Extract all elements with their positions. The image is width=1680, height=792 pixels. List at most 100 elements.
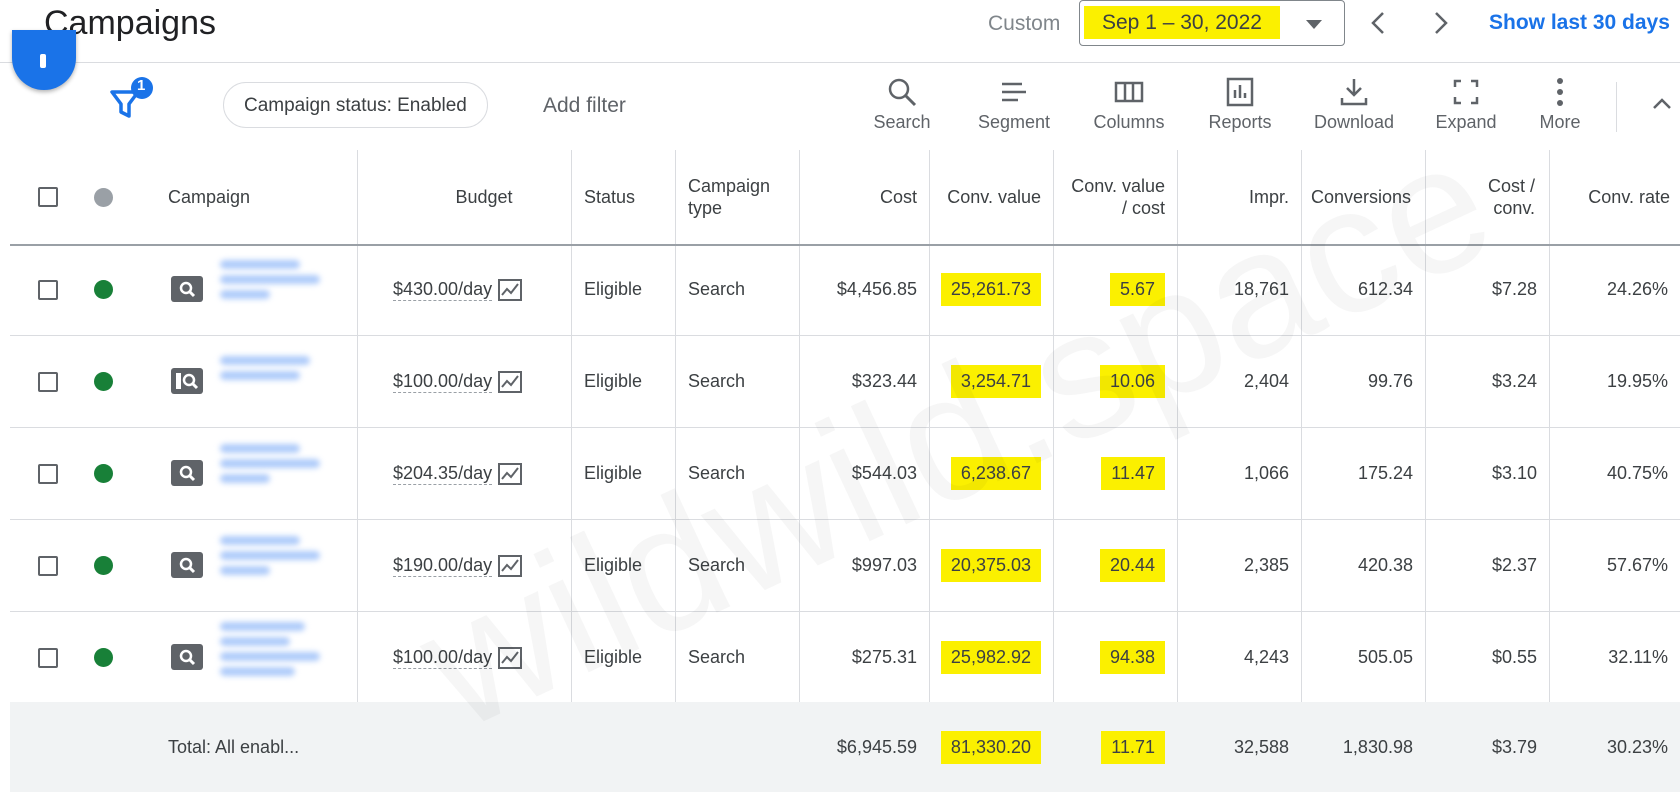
table-row[interactable]: $190.00/day Eligible Search $997.03 20,3… — [10, 520, 1680, 612]
impr-cell: 1,066 — [1243, 463, 1289, 483]
conv-value-cost-cell: 10.06 — [1053, 336, 1177, 427]
conversions-cell: 420.38 — [1357, 555, 1413, 575]
more-tool-button[interactable]: More — [1528, 76, 1592, 138]
trend-chart-icon[interactable] — [498, 462, 523, 485]
col-cost-conv[interactable]: Cost / conv. — [1425, 150, 1549, 244]
row-checkbox[interactable] — [38, 464, 58, 484]
search-tool-button[interactable]: Search — [864, 76, 940, 138]
segment-icon — [1002, 82, 1026, 102]
trend-chart-icon[interactable] — [498, 370, 523, 393]
row-checkbox[interactable] — [38, 556, 58, 576]
budget-cell[interactable]: $430.00/day — [393, 244, 571, 335]
campaign-name-link[interactable] — [220, 438, 330, 508]
show-last-30-days-link[interactable]: Show last 30 days — [1489, 11, 1670, 35]
reports-tool-button[interactable]: Reports — [1200, 76, 1280, 138]
expand-tool-button[interactable]: Expand — [1428, 76, 1504, 138]
impr-cell: 4,243 — [1243, 647, 1289, 667]
budget-cell[interactable]: $204.35/day — [393, 428, 571, 519]
reports-tool-label: Reports — [1208, 112, 1272, 132]
chevron-up-icon[interactable] — [1652, 96, 1672, 110]
campaign-status-filter-chip[interactable]: Campaign status: Enabled — [223, 82, 488, 128]
cost-conv-cell: $0.55 — [1491, 647, 1537, 667]
chevron-right-icon[interactable] — [1425, 8, 1455, 38]
trend-chart-icon[interactable] — [498, 278, 523, 301]
budget-cell[interactable]: $190.00/day — [393, 520, 571, 611]
table-row[interactable]: $204.35/day Eligible Search $544.03 6,23… — [10, 428, 1680, 520]
top-bar: Campaigns Custom Sep 1 – 30, 2022 Show l… — [0, 0, 1680, 63]
campaign-name-link[interactable] — [220, 530, 330, 600]
search-campaign-icon — [171, 368, 203, 394]
row-checkbox[interactable] — [38, 372, 58, 392]
col-budget[interactable]: Budget — [357, 150, 571, 244]
col-impr[interactable]: Impr. — [1177, 150, 1301, 244]
select-all-checkbox[interactable] — [38, 187, 58, 207]
date-range-picker[interactable]: Sep 1 – 30, 2022 — [1079, 0, 1345, 46]
enabled-status-dot — [94, 556, 113, 575]
columns-tool-button[interactable]: Columns — [1086, 76, 1172, 138]
total-cost-conv-cell: $3.79 — [1491, 736, 1537, 757]
filter-icon[interactable]: 1 — [108, 76, 158, 124]
table-header: Campaign Budget Status Campaign type Cos… — [10, 150, 1680, 246]
cost-cell: $323.44 — [851, 371, 917, 391]
col-campaign-type-line1: Campaign — [688, 176, 771, 196]
expand-tool-label: Expand — [1435, 112, 1497, 132]
total-impr-cell: 32,588 — [1233, 736, 1289, 757]
budget-amount: $204.35/day — [393, 462, 493, 485]
budget-cell[interactable]: $100.00/day — [393, 336, 571, 427]
table-row[interactable]: $100.00/day Eligible Search $323.44 3,25… — [10, 336, 1680, 428]
status-cell: Eligible — [584, 647, 643, 667]
columns-tool-label: Columns — [1093, 112, 1165, 132]
total-row: Total: All enabl... $6,945.59 81,330.20 … — [10, 702, 1680, 792]
conv-value-highlight: 6,238.67 — [950, 457, 1041, 490]
trend-chart-icon[interactable] — [498, 646, 523, 669]
col-conv-value-cost-line2: / cost — [1121, 198, 1165, 218]
col-status[interactable]: Status — [584, 150, 674, 244]
trend-chart-icon[interactable] — [498, 554, 523, 577]
col-cost-conv-line2: conv. — [1493, 198, 1535, 218]
col-campaign[interactable]: Campaign — [168, 150, 348, 244]
campaign-name-link[interactable] — [220, 350, 330, 420]
segment-tool-button[interactable]: Segment — [970, 76, 1058, 138]
status-header-icon — [94, 188, 113, 207]
conv-rate-cell: 40.75% — [1606, 463, 1668, 483]
col-cost[interactable]: Cost — [799, 150, 929, 244]
download-tool-button[interactable]: Download — [1308, 76, 1400, 138]
table-row[interactable]: $100.00/day Eligible Search $275.31 25,9… — [10, 612, 1680, 704]
conv-value-cell: 25,261.73 — [929, 244, 1053, 335]
col-conv-value-cost[interactable]: Conv. value / cost — [1053, 150, 1177, 244]
cost-conv-cell: $3.10 — [1491, 463, 1537, 483]
cost-conv-cell: $7.28 — [1491, 279, 1537, 299]
total-conv-value-cost-highlight: 11.71 — [1101, 730, 1165, 764]
col-conv-value[interactable]: Conv. value — [929, 150, 1053, 244]
total-label: Total: All enabl... — [168, 736, 300, 757]
budget-amount: $100.00/day — [393, 370, 493, 393]
enabled-status-dot — [94, 372, 113, 391]
cost-cell: $275.31 — [851, 647, 917, 667]
row-checkbox[interactable] — [38, 648, 58, 668]
download-tool-label: Download — [1313, 112, 1395, 132]
col-conv-rate[interactable]: Conv. rate — [1549, 150, 1680, 244]
conv-value-cell: 6,238.67 — [929, 428, 1053, 519]
campaign-name-link[interactable] — [220, 616, 330, 686]
search-campaign-icon — [171, 552, 203, 578]
download-icon — [1340, 79, 1368, 106]
budget-amount: $100.00/day — [393, 646, 493, 669]
budget-cell[interactable]: $100.00/day — [393, 612, 571, 703]
col-campaign-type-line2: type — [688, 198, 723, 218]
campaign-type-cell: Search — [688, 371, 746, 391]
conv-value-cell: 25,982.92 — [929, 612, 1053, 703]
search-campaign-icon — [171, 644, 203, 670]
create-button[interactable] — [12, 30, 76, 90]
col-conversions[interactable]: Conversions — [1301, 150, 1425, 244]
conv-value-cost-cell: 5.67 — [1053, 244, 1177, 335]
total-conv-value-cell: 81,330.20 — [929, 702, 1053, 792]
status-cell: Eligible — [584, 279, 643, 299]
col-campaign-type[interactable]: Campaign type — [688, 150, 798, 244]
conv-rate-cell: 24.26% — [1606, 279, 1668, 299]
row-checkbox[interactable] — [38, 280, 58, 300]
search-tool-label: Search — [873, 112, 931, 132]
campaign-name-link[interactable] — [220, 254, 330, 324]
table-row[interactable]: $430.00/day Eligible Search $4,456.85 25… — [10, 244, 1680, 336]
add-filter-button[interactable]: Add filter — [543, 94, 626, 118]
chevron-left-icon[interactable] — [1364, 8, 1394, 38]
